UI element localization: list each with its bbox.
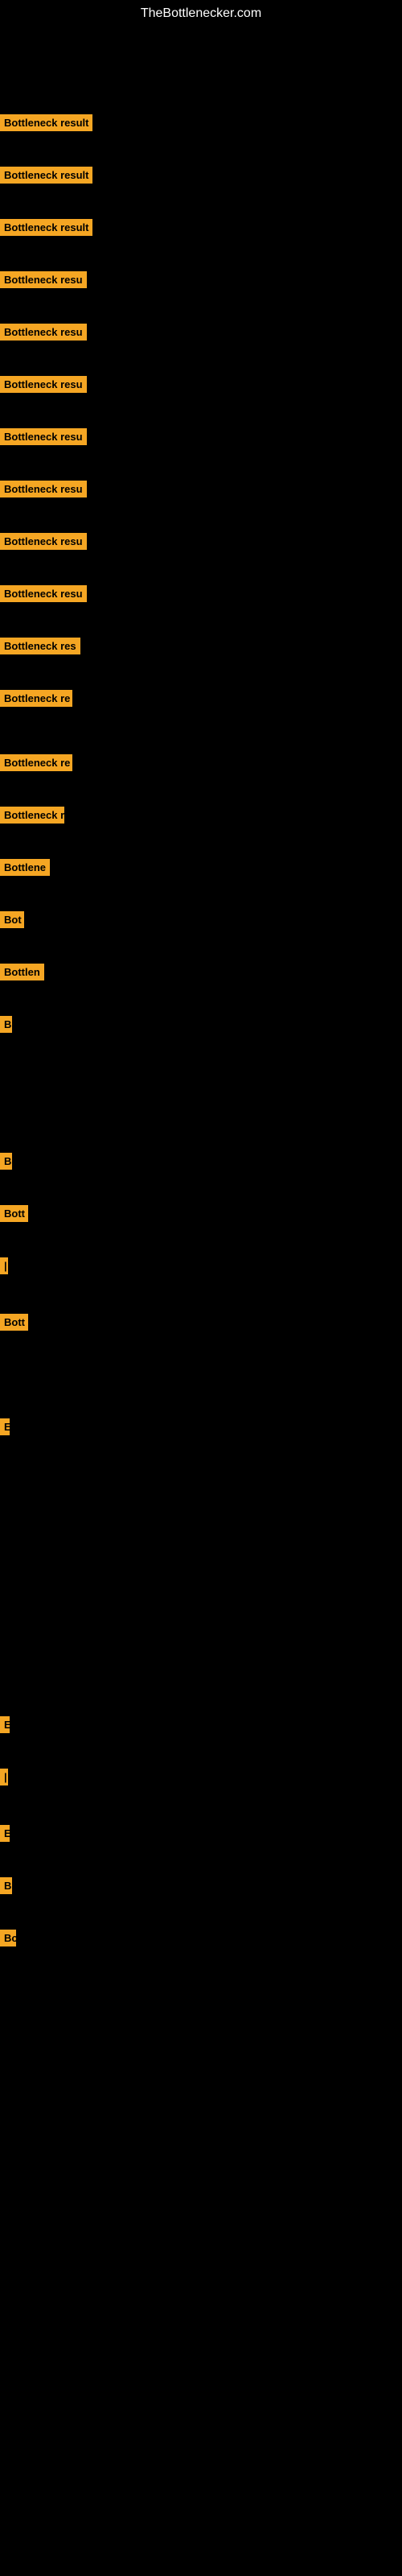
bottleneck-result-label: B	[0, 1153, 12, 1170]
bottleneck-result-label: E	[0, 1716, 10, 1733]
bottleneck-result-label: Bottleneck re	[0, 690, 72, 707]
bottleneck-result-label: Bott	[0, 1205, 28, 1222]
bottleneck-result-label: B	[0, 1016, 12, 1033]
bottleneck-result-label: Bot	[0, 911, 24, 928]
bottleneck-result-label: Bottleneck resu	[0, 481, 87, 497]
bottleneck-result-label: Bottleneck resu	[0, 428, 87, 445]
bottleneck-result-label: Bottleneck resu	[0, 585, 87, 602]
site-title: TheBottlenecker.com	[0, 0, 402, 27]
bottleneck-result-label: |	[0, 1257, 8, 1274]
bottleneck-result-label: Bottleneck result	[0, 114, 92, 131]
bottleneck-result-label: Bottlene	[0, 859, 50, 876]
bottleneck-result-label: Bottleneck re	[0, 754, 72, 771]
bottleneck-result-label: B	[0, 1877, 12, 1894]
bottleneck-result-label: E	[0, 1825, 10, 1842]
bottleneck-result-label: Bottleneck resu	[0, 533, 87, 550]
bottleneck-result-label: Bottleneck result	[0, 219, 92, 236]
bottleneck-result-label: Bott	[0, 1314, 28, 1331]
bottleneck-result-label: Bottlen	[0, 964, 44, 980]
bottleneck-result-label: Bo	[0, 1930, 16, 1946]
bottleneck-result-label: |	[0, 1769, 8, 1785]
bottleneck-result-label: Bottleneck res	[0, 638, 80, 654]
bottleneck-result-label: Bottleneck result	[0, 167, 92, 184]
bottleneck-result-label: Bottleneck resu	[0, 324, 87, 341]
bottleneck-result-label: Bottleneck resu	[0, 271, 87, 288]
bottleneck-result-label: Bottleneck resu	[0, 376, 87, 393]
bottleneck-result-label: Bottleneck r	[0, 807, 64, 824]
bottleneck-result-label: E	[0, 1418, 10, 1435]
